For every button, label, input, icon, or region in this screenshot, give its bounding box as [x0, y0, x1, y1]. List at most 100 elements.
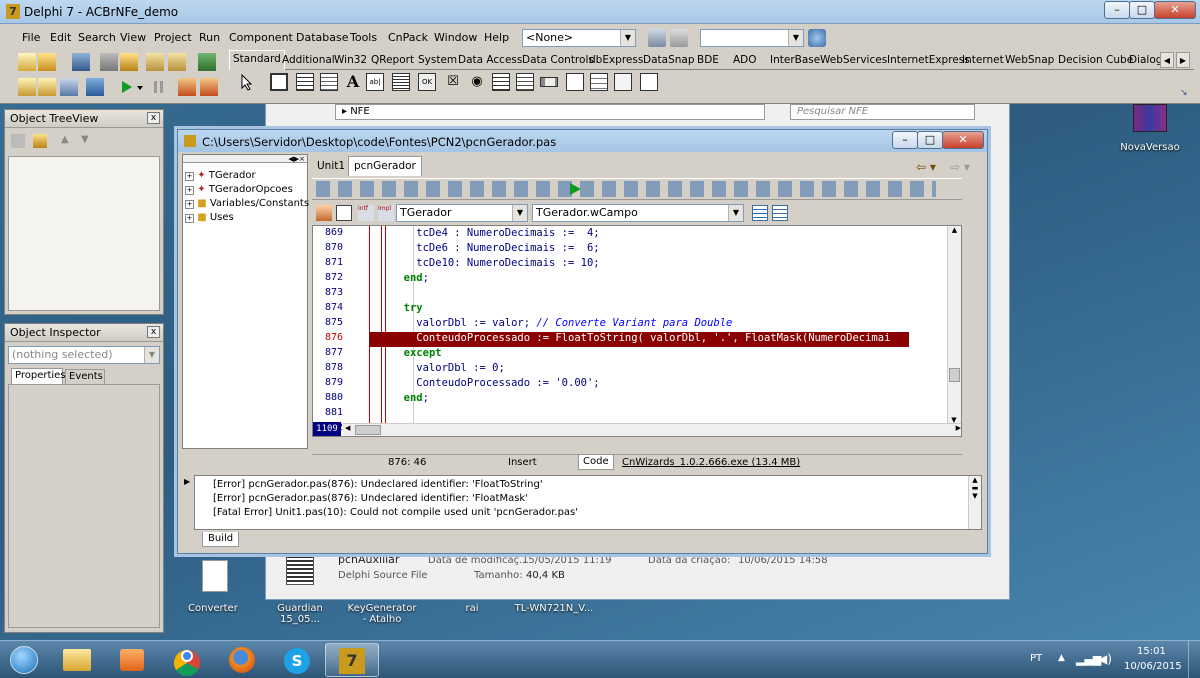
tab-code[interactable]: Code [578, 455, 614, 470]
radiobutton-icon[interactable]: ◉ [468, 73, 486, 91]
cnpack-icon[interactable] [808, 29, 826, 47]
combobox-icon[interactable] [516, 73, 534, 91]
message-item[interactable]: [Error] pcnGerador.pas(876): Undeclared … [213, 493, 528, 504]
inspector-grid[interactable] [8, 384, 160, 628]
desktop-layout-combo[interactable]: <None> ▼ [522, 29, 636, 47]
desktop-icon-rai[interactable]: rai [452, 603, 492, 614]
step-over-icon[interactable] [200, 78, 218, 96]
menu-project[interactable]: Project [154, 31, 192, 44]
palette-expand-icon[interactable]: ↘ [1180, 88, 1190, 98]
maximize-button[interactable]: □ [1129, 1, 1155, 19]
help-contents-icon[interactable] [198, 53, 216, 71]
start-button[interactable] [2, 643, 46, 677]
method-combo[interactable]: TGerador.wCampo ▼ [532, 204, 744, 222]
implementation-icon[interactable]: Impl [378, 205, 394, 221]
trace-into-icon[interactable] [178, 78, 196, 96]
mainmenu-icon[interactable] [296, 73, 314, 91]
clock-time[interactable]: 15:01 [1137, 646, 1166, 657]
tab-dbexpress[interactable]: dbExpress [586, 52, 646, 70]
messages-scrollbar[interactable]: ▲ ▬ ▼ [968, 476, 981, 529]
close-icon[interactable]: x [147, 326, 160, 338]
hscroll-thumb[interactable] [355, 425, 381, 435]
code-explorer-tree[interactable]: ◀▶× + ✦ TGerador + ✦ TGeradorOpcoes + ■ … [182, 154, 309, 449]
close-button[interactable]: ✕ [1154, 1, 1196, 19]
editor-close-button[interactable]: ✕ [942, 131, 984, 149]
treeview-content[interactable] [8, 156, 160, 311]
tree-item-tgeradoropcoes[interactable]: + ✦ TGeradorOpcoes [185, 184, 293, 195]
tab-pcngerador[interactable]: pcnGerador [348, 156, 422, 176]
desktop-icon-guardian[interactable]: Guardian 15_05... [256, 603, 344, 625]
scroll-up-icon[interactable]: ▲ [948, 226, 961, 234]
tab-qreport[interactable]: QReport [368, 52, 417, 70]
taskbar-delphi[interactable]: 7 [325, 643, 379, 677]
tab-events[interactable]: Events [65, 369, 105, 384]
menu-help[interactable]: Help [484, 31, 509, 44]
popupmenu-icon[interactable] [320, 73, 338, 91]
button-icon[interactable]: OK [418, 73, 436, 91]
label-icon[interactable]: A [344, 73, 362, 91]
desktop-icon-keygenerator[interactable]: KeyGenerator - Atalho [346, 603, 418, 625]
view-unit-icon[interactable] [18, 78, 36, 96]
inspector-selection-combo[interactable]: (nothing selected) ▼ [8, 346, 160, 364]
menu-tools[interactable]: Tools [350, 31, 377, 44]
tab-datasnap[interactable]: DataSnap [640, 52, 698, 70]
editor-tool-icons[interactable] [316, 181, 936, 197]
message-item[interactable]: [Error] pcnGerador.pas(876): Undeclared … [213, 479, 543, 490]
menu-edit[interactable]: Edit [50, 31, 71, 44]
explorer-address-bar[interactable]: ▸ NFE [335, 104, 765, 120]
tab-properties[interactable]: Properties [11, 368, 66, 384]
run-icon[interactable] [118, 78, 144, 96]
desktop-icon-converter[interactable]: Converter [188, 560, 242, 620]
tab-webservices[interactable]: WebServices [817, 52, 890, 70]
add-to-project-icon[interactable] [146, 53, 164, 71]
close-icon[interactable]: x [147, 112, 160, 124]
editor-open-icon[interactable] [316, 205, 332, 221]
new-icon[interactable] [18, 53, 36, 71]
interface-icon[interactable]: Intf [358, 205, 374, 221]
list-view-icon[interactable] [752, 205, 768, 221]
tab-ado[interactable]: ADO [730, 52, 760, 70]
explorer-search-input[interactable]: Pesquisar NFE [790, 104, 975, 120]
nav-back-icon[interactable]: ⇦ ▾ [916, 160, 936, 174]
taskbar-explorer[interactable] [50, 643, 104, 677]
scroll-thumb[interactable] [949, 368, 960, 382]
outline-view-icon[interactable] [772, 205, 788, 221]
code-vertical-scrollbar[interactable]: ▲ ▼ [947, 226, 961, 424]
palette-scroll-right-icon[interactable]: ▶ [1176, 52, 1190, 68]
panel-icon[interactable] [614, 73, 632, 91]
messages-panel[interactable]: [Error] pcnGerador.pas(876): Undeclared … [194, 475, 982, 530]
tab-decision-cube[interactable]: Decision Cube [1055, 52, 1136, 70]
checkbox-icon[interactable]: ☒ [444, 73, 462, 91]
arrow-up-icon[interactable]: ▲ [61, 134, 73, 148]
tree-item-variables[interactable]: + ■ Variables/Constants [185, 198, 309, 209]
minimize-button[interactable]: – [1104, 1, 1130, 19]
scroll-right-icon[interactable]: ▶ [956, 424, 961, 432]
frames-icon[interactable] [270, 73, 288, 91]
listbox-icon[interactable] [492, 73, 510, 91]
scroll-left-icon[interactable]: ◀ [345, 424, 350, 432]
tab-data-access[interactable]: Data Access [455, 52, 525, 70]
editor-minimize-button[interactable]: – [892, 131, 918, 149]
treeview-toolbar-icon[interactable] [11, 134, 25, 148]
tab-internet[interactable]: Internet [959, 52, 1007, 70]
pause-icon[interactable] [150, 78, 168, 96]
scrollbar-icon[interactable] [540, 77, 558, 87]
tab-bde[interactable]: BDE [694, 52, 722, 70]
taskbar-media-player[interactable] [105, 643, 159, 677]
tab-additional[interactable]: Additional [279, 52, 338, 70]
tab-win32[interactable]: Win32 [331, 52, 370, 70]
message-item[interactable]: [Fatal Error] Unit1.pas(10): Could not c… [213, 507, 578, 518]
clock-date[interactable]: 10/06/2015 [1124, 661, 1182, 672]
menu-search[interactable]: Search [78, 31, 116, 44]
show-hidden-icons[interactable]: ▲ [1058, 653, 1065, 663]
taskbar-skype[interactable]: S [270, 643, 324, 677]
show-desktop-button[interactable] [1188, 641, 1200, 678]
code-explorer-scroll[interactable]: ◀▶× [183, 155, 307, 163]
code-horizontal-scrollbar[interactable]: ◀ ▶ [343, 423, 961, 436]
radiogroup-icon[interactable] [590, 73, 608, 91]
tree-item-uses[interactable]: + ■ Uses [185, 212, 234, 223]
tab-system[interactable]: System [415, 52, 460, 70]
open-project-icon[interactable] [120, 53, 138, 71]
save-all-icon[interactable] [100, 53, 118, 71]
set-debug-desktop-icon[interactable] [670, 29, 688, 47]
